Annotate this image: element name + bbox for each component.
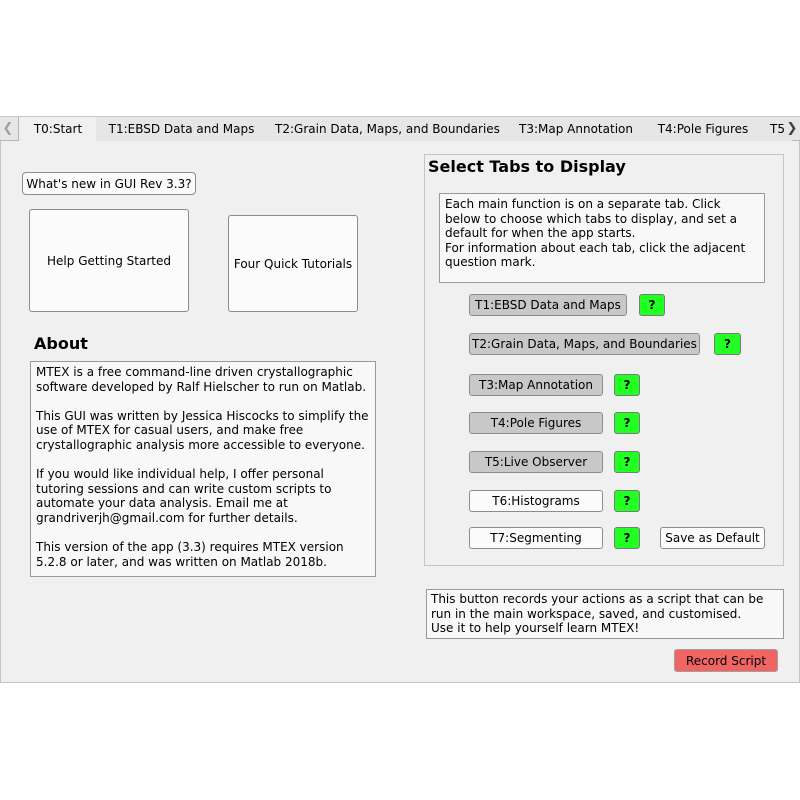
record-info: This button records your actions as a sc…: [426, 589, 784, 639]
tab-toggle-t3[interactable]: T3:Map Annotation: [469, 374, 603, 396]
record-script-button[interactable]: Record Script: [674, 649, 778, 672]
help-t2-button[interactable]: ?: [714, 333, 741, 355]
tab-toggle-t5[interactable]: T5:Live Observer: [469, 451, 603, 473]
help-t5-button[interactable]: ?: [614, 451, 640, 473]
four-quick-tutorials-button[interactable]: Four Quick Tutorials: [228, 215, 358, 312]
tab-toggle-t7[interactable]: T7:Segmenting: [469, 527, 603, 549]
save-as-default-button[interactable]: Save as Default: [660, 527, 765, 549]
tab-toggle-t4[interactable]: T4:Pole Figures: [469, 412, 603, 434]
about-text: MTEX is a free command-line driven cryst…: [30, 361, 376, 577]
help-getting-started-button[interactable]: Help Getting Started: [29, 209, 189, 312]
tab-pole-figures[interactable]: T4:Pole Figures: [644, 117, 763, 141]
tab-map-annotation[interactable]: T3:Map Annotation: [508, 117, 645, 141]
select-tabs-title: Select Tabs to Display: [428, 157, 626, 176]
help-t4-button[interactable]: ?: [614, 412, 640, 434]
tab-toggle-t1[interactable]: T1:EBSD Data and Maps: [469, 294, 627, 316]
select-tabs-info: Each main function is on a separate tab.…: [439, 193, 765, 283]
chevron-left-icon[interactable]: ❮: [2, 117, 14, 141]
help-t3-button[interactable]: ?: [614, 374, 640, 396]
chevron-right-icon[interactable]: ❯: [786, 117, 798, 141]
tab-toggle-t6[interactable]: T6:Histograms: [469, 490, 603, 512]
whats-new-button[interactable]: What's new in GUI Rev 3.3?: [22, 172, 196, 195]
help-t6-button[interactable]: ?: [614, 490, 640, 512]
tab-toggle-t2[interactable]: T2:Grain Data, Maps, and Boundaries: [469, 333, 700, 355]
tab-ebsd-data-and-maps[interactable]: T1:EBSD Data and Maps: [96, 117, 268, 141]
tab-bar: ❮ T0:Start T1:EBSD Data and Maps T2:Grai…: [0, 116, 800, 142]
about-heading: About: [34, 334, 88, 353]
tab-grain-data[interactable]: T2:Grain Data, Maps, and Boundaries: [267, 117, 509, 141]
help-t1-button[interactable]: ?: [639, 294, 665, 316]
tab-start[interactable]: T0:Start: [18, 117, 98, 142]
help-t7-button[interactable]: ?: [614, 527, 640, 549]
